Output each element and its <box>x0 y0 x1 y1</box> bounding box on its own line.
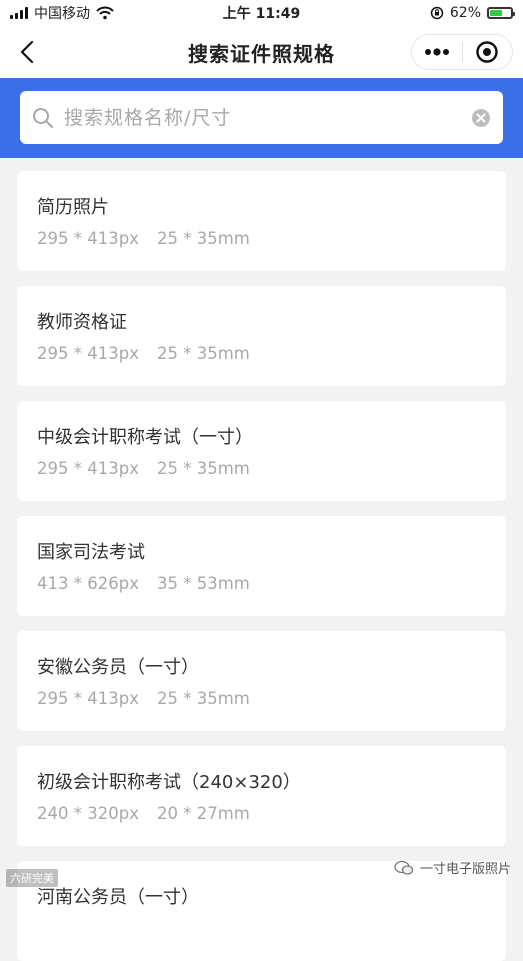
watermark-left: 六研完美 <box>6 869 58 887</box>
spec-pixels: 413 * 626px <box>37 574 139 593</box>
orientation-lock-icon <box>430 6 444 20</box>
status-bar: 中国移动 上午 11:49 62% <box>0 0 523 26</box>
close-miniprogram-button[interactable] <box>463 35 513 69</box>
spec-pixels: 295 * 413px <box>37 344 139 363</box>
battery-percent: 62% <box>449 5 481 21</box>
spec-size: 295 * 413px 25 * 35mm <box>37 344 250 363</box>
spec-pixels: 295 * 413px <box>37 689 139 708</box>
wifi-icon <box>96 6 114 20</box>
spec-millimeters: 25 * 35mm <box>156 344 250 363</box>
watermark-right-text: 一寸电子版照片 <box>419 862 511 877</box>
spec-size: 295 * 413px 25 * 35mm <box>37 689 250 708</box>
spec-size: 295 * 413px 25 * 35mm <box>37 459 250 478</box>
carrier-label: 中国移动 <box>34 6 90 22</box>
spec-name: 河南公务员（一寸） <box>37 887 199 908</box>
spec-size: 413 * 626px 35 * 53mm <box>37 574 250 593</box>
target-close-icon <box>476 41 498 63</box>
more-button[interactable] <box>412 35 462 69</box>
back-icon[interactable] <box>14 38 42 66</box>
spec-millimeters: 20 * 27mm <box>156 804 250 823</box>
clear-icon[interactable] <box>471 108 491 128</box>
search-icon <box>33 107 53 128</box>
battery-icon <box>487 7 515 19</box>
spec-item[interactable]: 教师资格证 295 * 413px 25 * 35mm <box>17 286 506 386</box>
watermark-right: 一寸电子版照片 <box>394 858 511 877</box>
spec-name: 安徽公务员（一寸） <box>37 657 199 678</box>
signal-icon <box>10 7 28 19</box>
spec-millimeters: 25 * 35mm <box>156 229 250 248</box>
spec-millimeters: 25 * 35mm <box>156 459 250 478</box>
spec-pixels: 295 * 413px <box>37 459 139 478</box>
more-dots-icon <box>424 48 449 56</box>
spec-name: 教师资格证 <box>37 312 127 333</box>
search-area <box>0 78 523 158</box>
spec-item[interactable]: 国家司法考试 413 * 626px 35 * 53mm <box>17 516 506 616</box>
wechat-icon <box>394 860 414 875</box>
status-right: 62% <box>430 5 515 21</box>
search-box[interactable] <box>20 91 503 144</box>
spec-size: 240 * 320px 20 * 27mm <box>37 804 250 823</box>
spec-size <box>37 919 55 938</box>
spec-pixels: 240 * 320px <box>37 804 139 823</box>
miniprogram-capsule <box>411 34 513 70</box>
status-left: 中国移动 <box>10 3 114 23</box>
spec-name: 中级会计职称考试（一寸） <box>37 427 253 448</box>
spec-millimeters: 35 * 53mm <box>156 574 250 593</box>
spec-size: 295 * 413px 25 * 35mm <box>37 229 250 248</box>
spec-item[interactable]: 简历照片 295 * 413px 25 * 35mm <box>17 171 506 271</box>
page-title: 搜索证件照规格 <box>188 41 335 66</box>
spec-item[interactable]: 初级会计职称考试（240×320） 240 * 320px 20 * 27mm <box>17 746 506 846</box>
search-input[interactable] <box>62 105 471 130</box>
spec-millimeters: 25 * 35mm <box>156 689 250 708</box>
spec-pixels: 295 * 413px <box>37 229 139 248</box>
spec-name: 初级会计职称考试（240×320） <box>37 772 301 793</box>
spec-item[interactable]: 安徽公务员（一寸） 295 * 413px 25 * 35mm <box>17 631 506 731</box>
spec-name: 简历照片 <box>37 197 109 218</box>
spec-name: 国家司法考试 <box>37 542 145 563</box>
battery-level-fill <box>490 10 502 16</box>
spec-item[interactable]: 中级会计职称考试（一寸） 295 * 413px 25 * 35mm <box>17 401 506 501</box>
navigation-bar: 搜索证件照规格 <box>0 26 523 78</box>
